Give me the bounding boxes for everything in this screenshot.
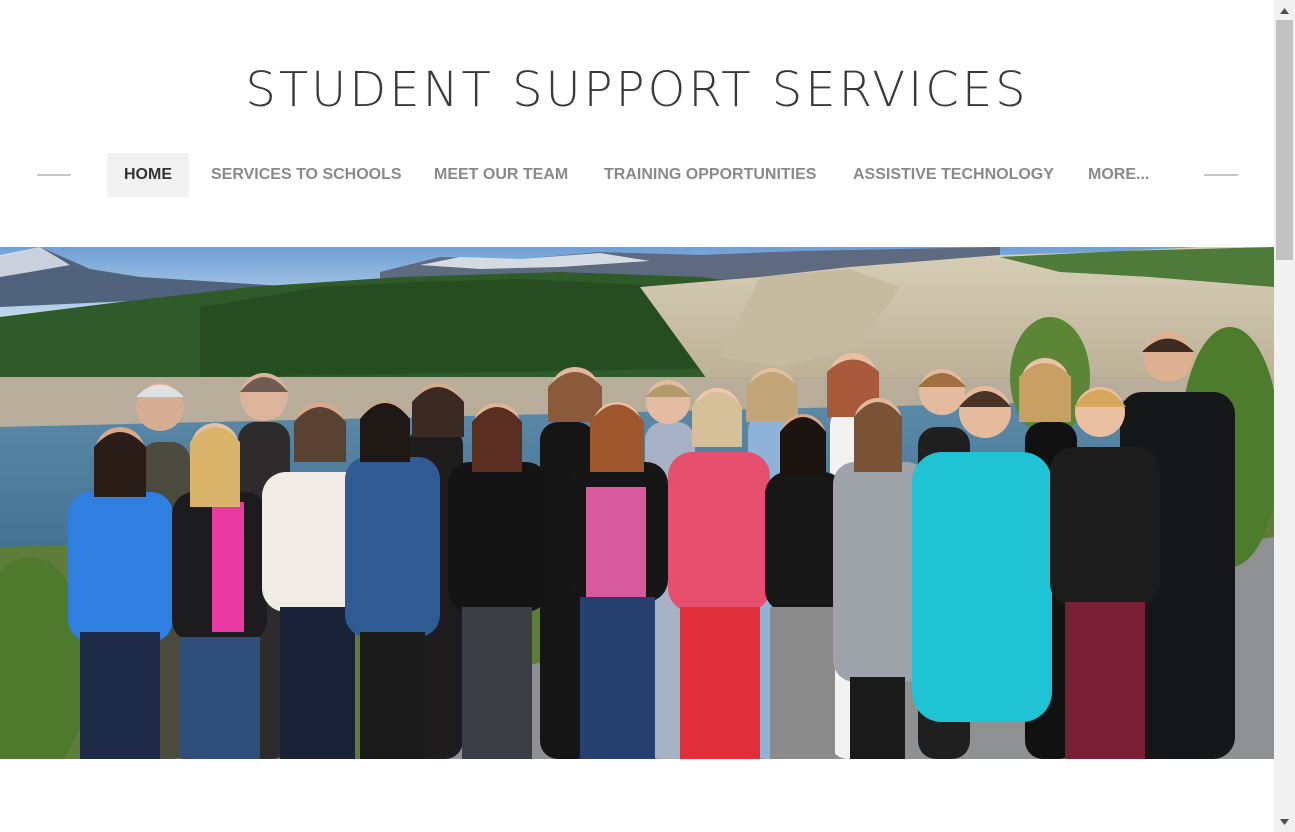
nav-item-home[interactable]: HOME bbox=[107, 153, 189, 197]
nav-item-more[interactable]: MORE... bbox=[1071, 153, 1166, 197]
people-group bbox=[68, 332, 1235, 759]
hero-image bbox=[0, 247, 1274, 759]
scrollbar-thumb[interactable] bbox=[1276, 20, 1293, 260]
page-scrollbar[interactable] bbox=[1274, 0, 1295, 832]
nav-item-services-to-schools[interactable]: SERVICES TO SCHOOLS bbox=[194, 153, 419, 197]
nav-item-training-opportunities[interactable]: TRAINING OPPORTUNITIES bbox=[587, 153, 833, 197]
nav-item-assistive-technology[interactable]: ASSISTIVE TECHNOLOGY bbox=[836, 153, 1071, 197]
site-title[interactable]: STUDENT SUPPORT SERVICES bbox=[0, 62, 1274, 118]
nav-item-meet-our-team[interactable]: MEET OUR TEAM bbox=[417, 153, 585, 197]
main-navigation: HOME SERVICES TO SCHOOLS MEET OUR TEAM T… bbox=[0, 153, 1274, 197]
nav-divider-left bbox=[37, 174, 71, 176]
team-photo-illustration bbox=[0, 247, 1274, 759]
nav-divider-right bbox=[1204, 174, 1238, 176]
scroll-up-arrow-icon[interactable] bbox=[1274, 2, 1295, 19]
page: STUDENT SUPPORT SERVICES HOME SERVICES T… bbox=[0, 0, 1295, 832]
scroll-down-arrow-icon[interactable] bbox=[1274, 813, 1295, 830]
